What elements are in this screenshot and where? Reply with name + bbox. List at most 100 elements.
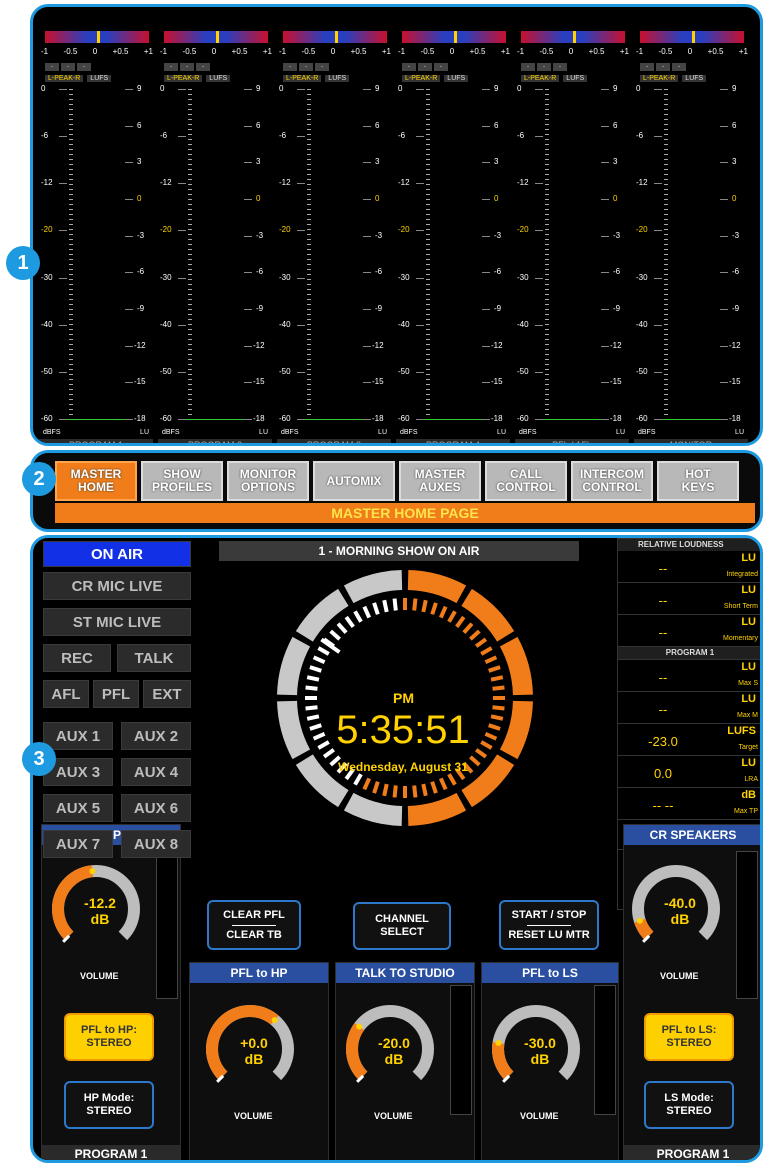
channel-select-button[interactable]: CHANNEL SELECT xyxy=(353,902,451,950)
aux-6-button[interactable]: AUX 6 xyxy=(121,794,191,822)
clock-ampm: PM xyxy=(393,690,414,706)
lu-tick-mark xyxy=(244,162,252,164)
meter-mini-button[interactable]: - xyxy=(656,63,670,71)
lu-tick-mark xyxy=(244,125,252,127)
phase-tick: -1 xyxy=(398,47,406,56)
l-peak-r-label[interactable]: L-PEAK-R xyxy=(164,75,203,82)
lu-tick-mark xyxy=(125,162,133,164)
nav-tab-line2: AUXES xyxy=(419,480,461,494)
lu-unit: LU xyxy=(378,429,387,436)
meter-mini-button[interactable]: - xyxy=(418,63,432,71)
clock-segment xyxy=(407,570,467,604)
ls-mode-button[interactable]: LS Mode: STEREO xyxy=(644,1081,734,1129)
dbfs-tick-mark xyxy=(59,183,67,185)
talk-to-studio-value: -20.0 dB xyxy=(378,1035,410,1067)
lu-tick-mark xyxy=(363,199,371,200)
clock-segment xyxy=(343,792,403,826)
nav-tab-show-profiles[interactable]: SHOW PROFILES xyxy=(141,461,223,501)
aux-8-button[interactable]: AUX 8 xyxy=(121,830,191,858)
meter-mini-button[interactable]: - xyxy=(640,63,654,71)
l-peak-r-label[interactable]: L-PEAK-R xyxy=(283,75,322,82)
l-peak-r-label[interactable]: L-PEAK-R xyxy=(45,75,84,82)
ext-button[interactable]: EXT xyxy=(143,680,191,708)
meter-mini-button[interactable]: - xyxy=(164,63,178,71)
meter-mode-labels: L-PEAK-R LUFS xyxy=(402,75,472,82)
dbfs-unit: dBFS xyxy=(43,429,61,436)
meter-mini-button[interactable]: - xyxy=(45,63,59,71)
dbfs-tick-label: 0 xyxy=(160,84,165,93)
l-peak-r-label[interactable]: L-PEAK-R xyxy=(521,75,560,82)
nav-tab-intercom-control[interactable]: INTERCOM CONTROL xyxy=(571,461,653,501)
lu-tick-label: 0 xyxy=(256,194,261,203)
meter-mini-button[interactable]: - xyxy=(672,63,686,71)
aux-5-button[interactable]: AUX 5 xyxy=(43,794,113,822)
meter-mini-button[interactable]: - xyxy=(299,63,313,71)
lu-tick-mark xyxy=(482,162,490,164)
dbfs-tick-mark xyxy=(178,277,186,279)
meter-mini-button[interactable]: - xyxy=(283,63,297,71)
dbfs-tick-mark xyxy=(416,419,424,420)
rec-button[interactable]: REC xyxy=(43,644,111,672)
clock-time: 5:35:51 xyxy=(336,708,470,752)
dbfs-tick-label: -12 xyxy=(517,178,529,188)
nav-tab-label: MONITOR OPTIONS xyxy=(240,468,296,494)
talk-button[interactable]: TALK xyxy=(117,644,191,672)
lu-tick-label: 0 xyxy=(732,194,737,203)
lu-tick-mark xyxy=(125,309,133,310)
dbfs-tick-label: -30 xyxy=(41,272,53,282)
lufs-label[interactable]: LUFS xyxy=(206,75,231,82)
meter-mini-button[interactable]: - xyxy=(77,63,91,71)
st-mic-live-button[interactable]: ST MIC LIVE xyxy=(43,608,191,636)
lufs-label[interactable]: LUFS xyxy=(325,75,350,82)
meter-mini-buttons: --- xyxy=(164,63,212,71)
hp-mode-button[interactable]: HP Mode: STEREO xyxy=(64,1081,154,1129)
meter-mini-button[interactable]: - xyxy=(553,63,567,71)
clear-pfl-tb-button[interactable]: CLEAR PFL CLEAR TB xyxy=(207,900,301,950)
nav-tab-hot-keys[interactable]: HOT KEYS xyxy=(657,461,739,501)
dbfs-tick-mark xyxy=(535,230,543,232)
lu-tick-mark xyxy=(720,235,728,237)
nav-tab-master-home[interactable]: MASTER HOME xyxy=(55,461,137,501)
dbfs-unit: dBFS xyxy=(400,429,418,436)
meter-floor-line xyxy=(186,419,244,420)
aux-2-button[interactable]: AUX 2 xyxy=(121,722,191,750)
lufs-label[interactable]: LUFS xyxy=(87,75,112,82)
l-peak-r-label[interactable]: L-PEAK-R xyxy=(402,75,441,82)
meter-mini-button[interactable]: - xyxy=(315,63,329,71)
pfl-to-ls-button[interactable]: PFL to LS: STEREO xyxy=(644,1013,734,1061)
nav-tab-master-auxes[interactable]: MASTER AUXES xyxy=(399,461,481,501)
nav-tab-call-control[interactable]: CALL CONTROL xyxy=(485,461,567,501)
loudness-sub: LRA xyxy=(744,776,758,783)
pfl-button[interactable]: PFL xyxy=(93,680,139,708)
meter-mini-button[interactable]: - xyxy=(196,63,210,71)
nav-tab-automix[interactable]: AUTOMIX xyxy=(313,461,395,501)
nav-tab-label: SHOW PROFILES xyxy=(152,468,212,494)
phase-tick: +1 xyxy=(143,47,153,56)
meter-mini-button[interactable]: - xyxy=(537,63,551,71)
lu-tick-mark xyxy=(720,309,728,310)
aux-7-button[interactable]: AUX 7 xyxy=(43,830,113,858)
meter-mini-button[interactable]: - xyxy=(61,63,75,71)
lu-tick-label: 3 xyxy=(137,157,142,167)
meter-mini-button[interactable]: - xyxy=(434,63,448,71)
nav-tab-line2: CONTROL xyxy=(582,480,642,494)
afl-button[interactable]: AFL xyxy=(43,680,89,708)
dbfs-tick-label: -50 xyxy=(398,366,410,376)
l-peak-r-label[interactable]: L-PEAK-R xyxy=(640,75,679,82)
lufs-label[interactable]: LUFS xyxy=(682,75,707,82)
meter-mini-button[interactable]: - xyxy=(402,63,416,71)
meter-name: PFL / AFL xyxy=(515,439,629,443)
pfl-to-hp-button[interactable]: PFL to HP: STEREO xyxy=(64,1013,154,1061)
meter-floor-line xyxy=(662,419,720,420)
nav-tab-monitor-options[interactable]: MONITOR OPTIONS xyxy=(227,461,309,501)
start-stop-reset-button[interactable]: START / STOP RESET LU MTR xyxy=(499,900,599,950)
aux-4-button[interactable]: AUX 4 xyxy=(121,758,191,786)
lufs-label[interactable]: LUFS xyxy=(563,75,588,82)
lufs-label[interactable]: LUFS xyxy=(444,75,469,82)
lu-tick-label: 6 xyxy=(613,120,618,130)
meter-mini-button[interactable]: - xyxy=(180,63,194,71)
aux-1-button[interactable]: AUX 1 xyxy=(43,722,113,750)
meter-mini-button[interactable]: - xyxy=(521,63,535,71)
cr-mic-live-button[interactable]: CR MIC LIVE xyxy=(43,572,191,600)
lu-tick-label: -9 xyxy=(256,304,264,313)
